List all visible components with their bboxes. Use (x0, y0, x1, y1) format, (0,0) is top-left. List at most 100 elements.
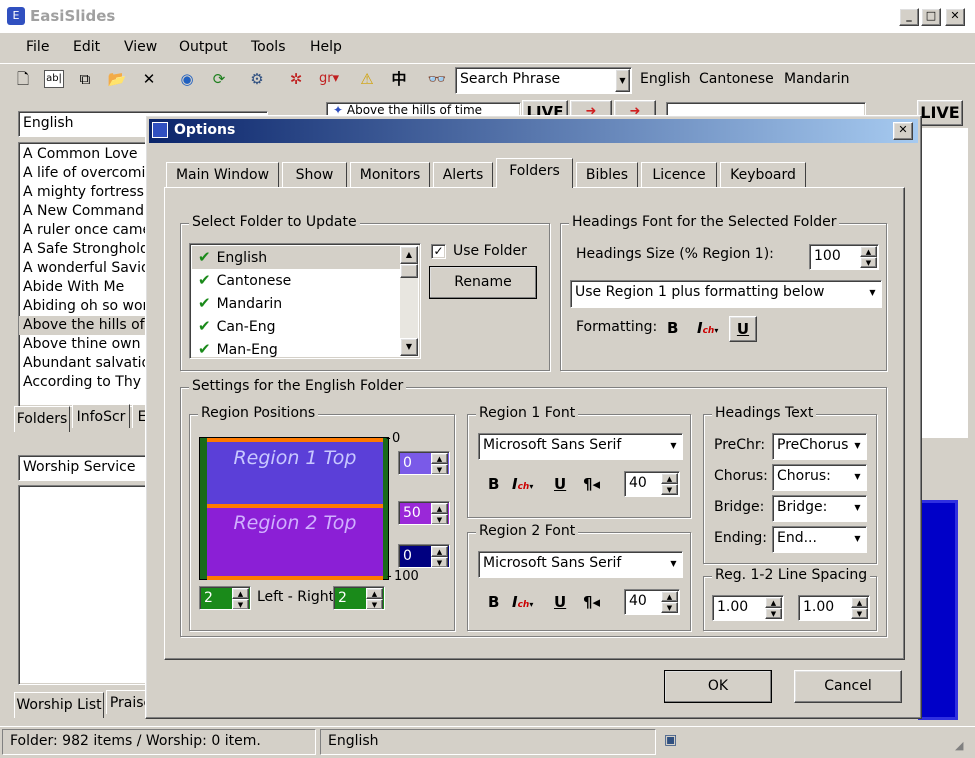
worship-list[interactable] (18, 485, 153, 685)
spin-up-icon[interactable]: ▲ (366, 588, 383, 599)
italic-icon[interactable]: Ich▾ (512, 475, 533, 493)
list-item[interactable]: Abide With Me (19, 278, 152, 297)
heading-select[interactable]: End... ▼ (772, 526, 867, 553)
spin-up-icon[interactable]: ▲ (851, 597, 868, 608)
region1-font-select[interactable]: Microsoft Sans Serif ▼ (478, 433, 683, 460)
list-item[interactable]: A New Commandment (19, 202, 152, 221)
preview-icon[interactable]: ◉ (176, 68, 198, 90)
search-input[interactable]: Search Phrase ▼ (455, 67, 632, 94)
underline-icon[interactable]: U (554, 475, 566, 493)
folder-listbox[interactable]: ✔ English ✔ Cantonese ✔ Mandarin ✔ Can-Eng ✔ Man-… (189, 243, 421, 359)
close-button[interactable]: ✕ (945, 8, 965, 26)
import-icon[interactable]: 📂 (106, 68, 128, 90)
list-item[interactable]: A mighty fortress is (19, 183, 152, 202)
tab-folders[interactable]: Folders (14, 406, 70, 432)
dialog-close-button[interactable]: ✕ (893, 122, 913, 140)
list-item[interactable]: Above the hills of (19, 316, 152, 335)
scroll-up-button[interactable]: ▲ (400, 246, 418, 264)
heading-select[interactable]: Chorus: ▼ (772, 464, 867, 491)
region-bottom-spinner[interactable]: 0 ▲ ▼ (398, 544, 450, 568)
spin-down-icon[interactable]: ▼ (366, 599, 383, 609)
live-button-right[interactable]: LIVE (917, 100, 963, 126)
underline-icon[interactable]: U (729, 316, 757, 342)
spin-down-icon[interactable]: ▼ (661, 602, 678, 613)
binoculars-icon[interactable]: 👓 (426, 68, 448, 90)
settings-icon[interactable]: ⚙ (246, 68, 268, 90)
list-item[interactable]: A life of overcoming (19, 164, 152, 183)
tools-icon[interactable]: ✲ (285, 68, 307, 90)
region1-size-spinner[interactable]: 40 ▲ ▼ (624, 471, 680, 497)
spin-up-icon[interactable]: ▲ (431, 546, 448, 557)
delete-icon[interactable]: ✕ (138, 68, 160, 90)
list-item[interactable]: A ruler once came (19, 221, 152, 240)
translate-icon[interactable]: gr▾ (318, 68, 340, 90)
spin-up-icon[interactable]: ▲ (661, 473, 678, 484)
scroll-thumb[interactable] (400, 264, 418, 278)
tab-monitors[interactable]: Monitors (350, 162, 430, 188)
spin-down-icon[interactable]: ▼ (860, 257, 877, 268)
refresh-icon[interactable]: ⟳ (208, 68, 230, 90)
spin-down-icon[interactable]: ▼ (431, 514, 448, 524)
bold-icon[interactable]: B (488, 475, 499, 493)
tab-keyboard[interactable]: Keyboard (720, 162, 806, 188)
tab-bibles[interactable]: Bibles (576, 162, 638, 188)
menu-tools[interactable]: Tools (251, 39, 286, 55)
menu-edit[interactable]: Edit (73, 39, 100, 55)
paragraph-icon[interactable]: ¶◂ (583, 475, 600, 493)
region2-font-select[interactable]: Microsoft Sans Serif ▼ (478, 551, 683, 578)
chevron-down-icon[interactable]: ▼ (666, 553, 681, 576)
spin-down-icon[interactable]: ▼ (431, 464, 448, 474)
spin-up-icon[interactable]: ▲ (431, 453, 448, 464)
bold-icon[interactable]: B (667, 319, 678, 337)
italic-icon[interactable]: Ich▾ (697, 319, 718, 337)
menu-help[interactable]: Help (310, 39, 342, 55)
spin-down-icon[interactable]: ▼ (431, 557, 448, 567)
minimize-button[interactable]: _ (899, 8, 919, 26)
chevron-down-icon[interactable]: ▼ (865, 282, 880, 306)
tab-main-window[interactable]: Main Window (166, 162, 279, 188)
list-item[interactable]: A Safe Stronghold (19, 240, 152, 259)
copy-icon[interactable]: ⧉ (74, 68, 96, 90)
spin-down-icon[interactable]: ▼ (765, 608, 782, 619)
menu-file[interactable]: File (26, 39, 49, 55)
spin-up-icon[interactable]: ▲ (765, 597, 782, 608)
tab-infoscr[interactable]: InfoScr (72, 404, 130, 428)
line-spacing-spinner-1[interactable]: 1.00 ▲ ▼ (712, 595, 784, 621)
cancel-button[interactable]: Cancel (794, 670, 902, 703)
chevron-down-icon[interactable]: ▼ (850, 528, 865, 551)
list-item[interactable]: Abundant salvatio (19, 354, 152, 373)
headings-size-spinner[interactable]: 100 ▲ ▼ (809, 244, 879, 270)
left-margin-spinner[interactable]: 2 ▲ ▼ (199, 586, 251, 610)
chevron-down-icon[interactable]: ▼ (615, 69, 630, 92)
tab-worship-list[interactable]: Worship List (14, 692, 104, 718)
use-folder-checkbox[interactable]: ✓ (431, 244, 446, 259)
folder-item[interactable]: ✔ English (192, 246, 400, 269)
list-item[interactable]: A Common Love (19, 145, 152, 164)
chevron-down-icon[interactable]: ▼ (850, 497, 865, 520)
ok-button[interactable]: OK (664, 670, 772, 703)
chevron-down-icon[interactable]: ▼ (850, 466, 865, 489)
folder-item[interactable]: ✔ Mandarin (192, 292, 400, 315)
lang-cantonese[interactable]: Cantonese (699, 71, 774, 87)
list-item[interactable]: According to Thy (19, 373, 152, 392)
chinese-char-icon[interactable]: 中 (388, 68, 410, 90)
list-item[interactable]: Abiding oh so won (19, 297, 152, 316)
folder-item[interactable]: ✔ Can-Eng (192, 315, 400, 338)
tab-folders-active[interactable]: Folders (496, 158, 573, 188)
spin-up-icon[interactable]: ▲ (661, 591, 678, 602)
tab-show[interactable]: Show (282, 162, 347, 188)
italic-icon[interactable]: Ich▾ (512, 593, 533, 611)
spin-down-icon[interactable]: ▼ (661, 484, 678, 495)
region2-size-spinner[interactable]: 40 ▲ ▼ (624, 589, 680, 615)
underline-icon[interactable]: U (554, 593, 566, 611)
menu-output[interactable]: Output (179, 39, 228, 55)
rename-button[interactable]: Rename (429, 266, 537, 299)
region1-top-spinner[interactable]: 0 ▲ ▼ (398, 451, 450, 475)
worship-select[interactable]: Worship Service (18, 455, 153, 481)
maximize-button[interactable]: □ (921, 8, 941, 26)
edit-text-icon[interactable]: ab| (44, 70, 64, 88)
list-item[interactable]: A wonderful Savio (19, 259, 152, 278)
alert-icon[interactable]: ⚠ (356, 68, 378, 90)
headings-mode-select[interactable]: Use Region 1 plus formatting below ▼ (570, 280, 882, 308)
spin-up-icon[interactable]: ▲ (860, 246, 877, 257)
